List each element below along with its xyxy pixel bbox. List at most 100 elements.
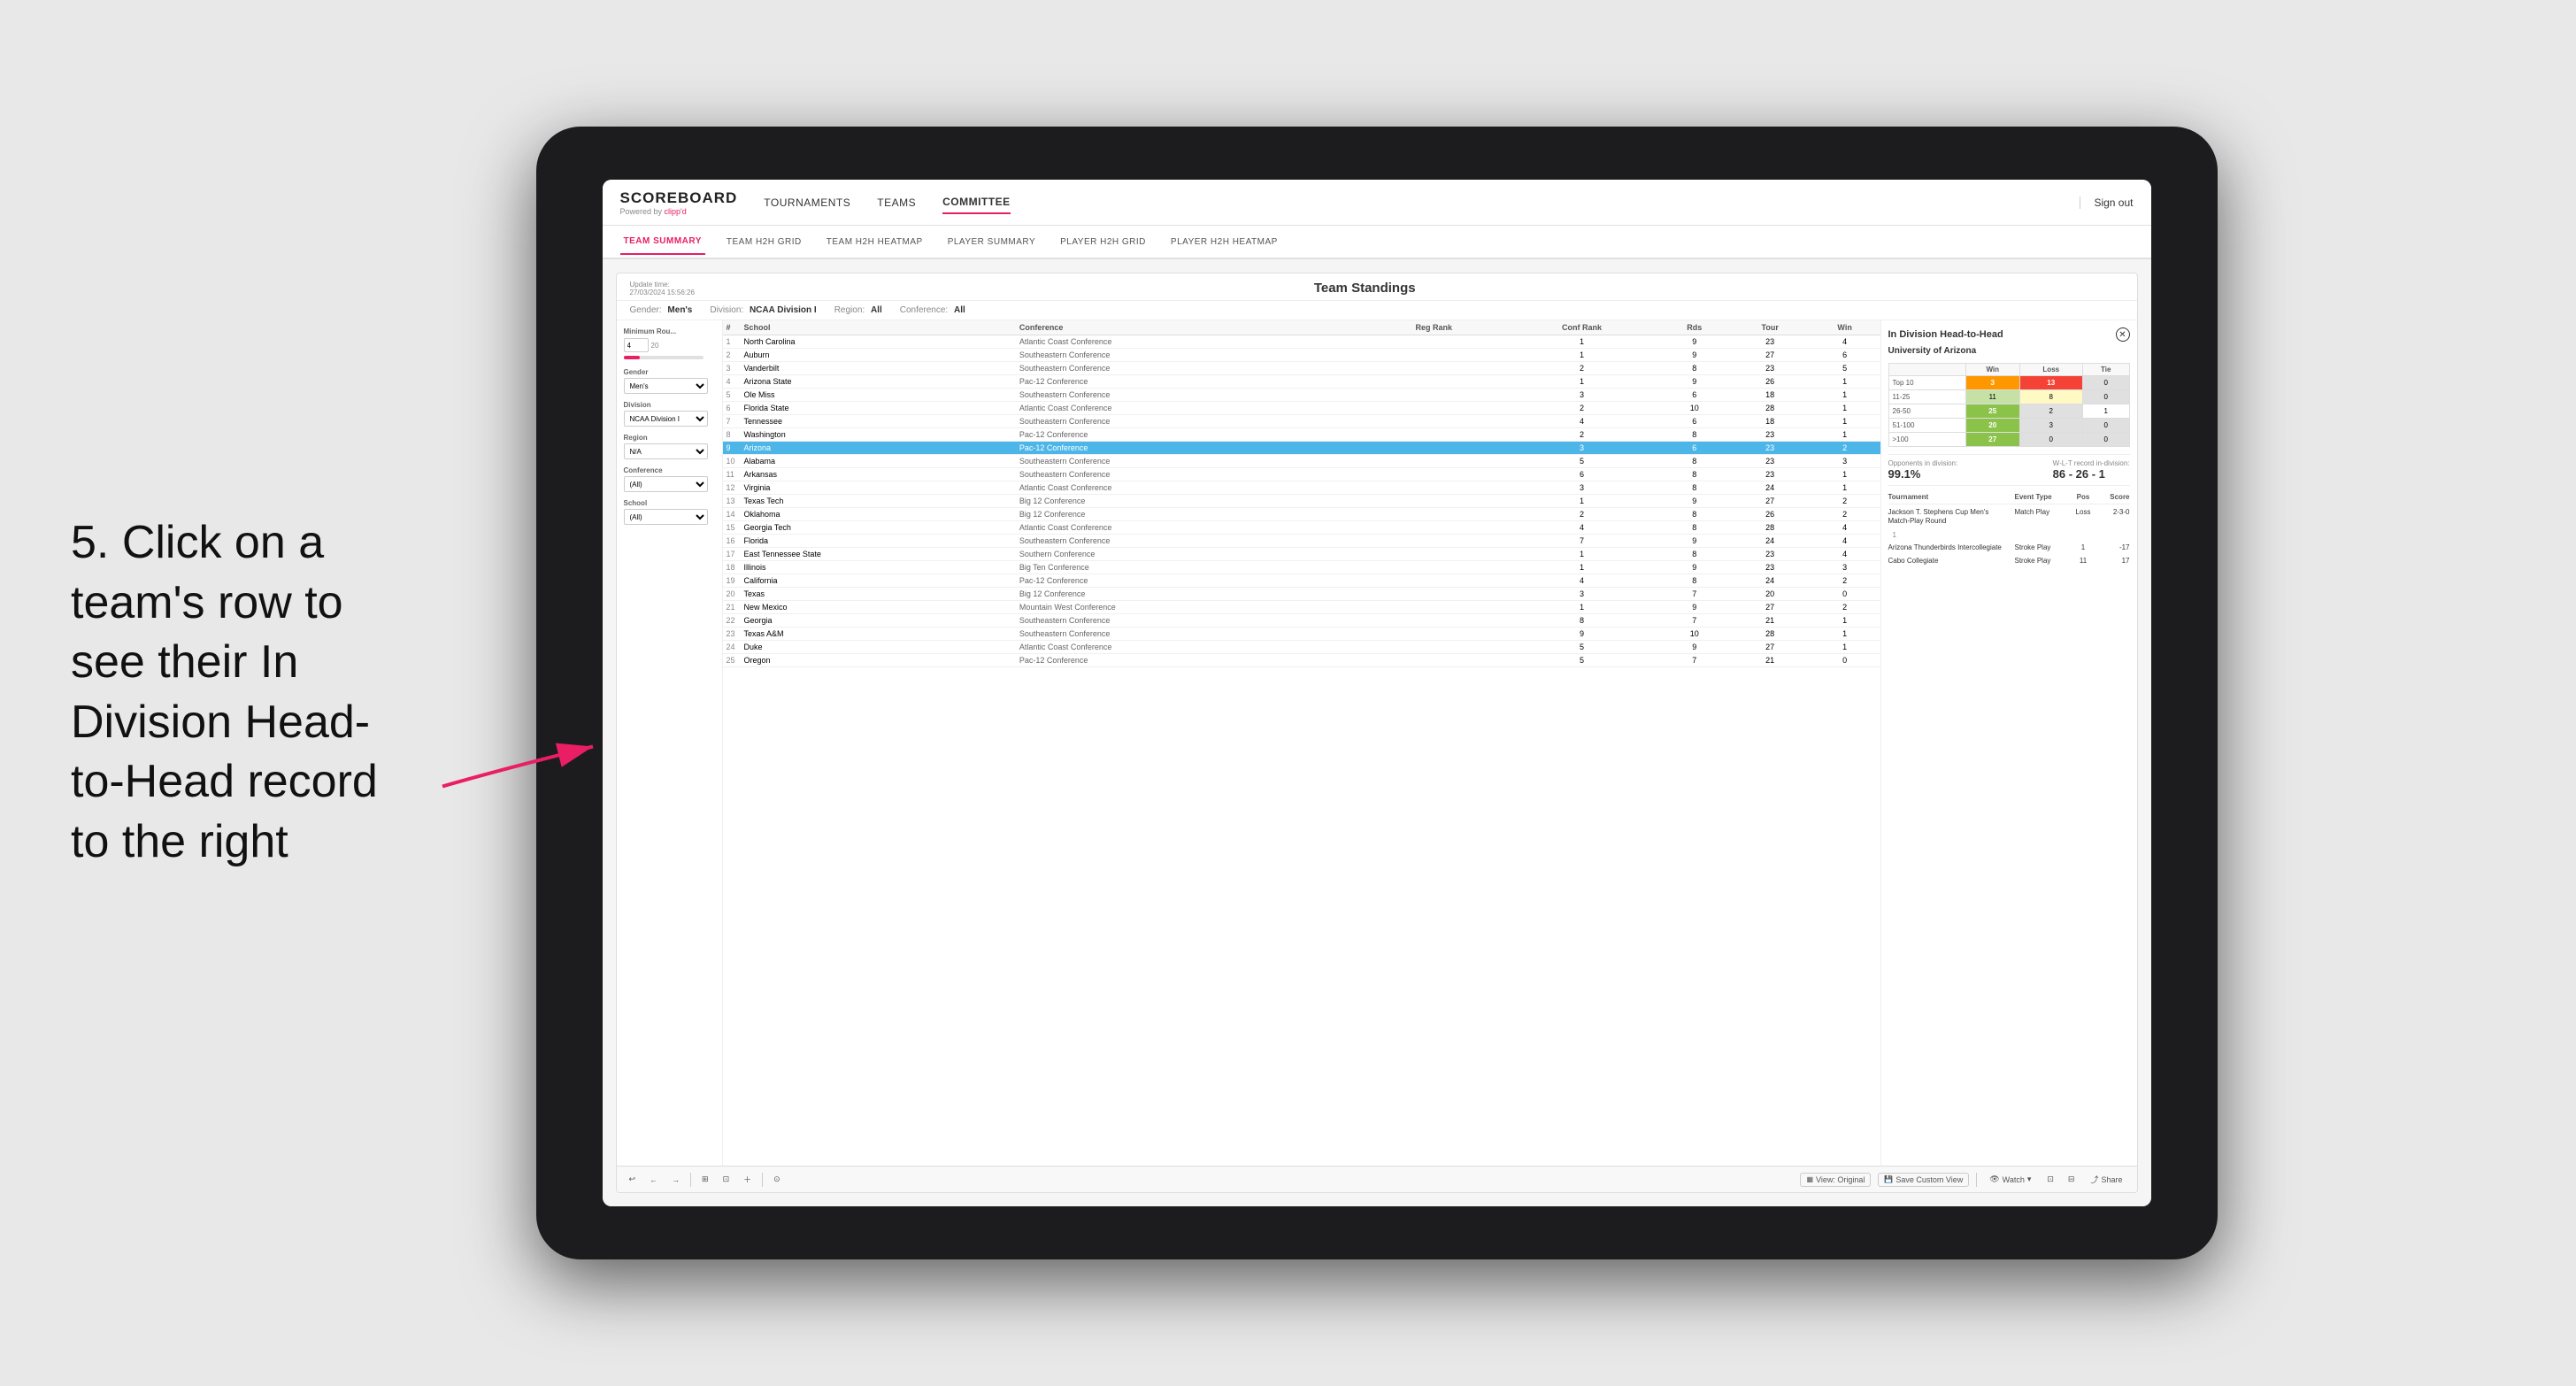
- nav-item-teams[interactable]: TEAMS: [877, 192, 916, 213]
- table-row[interactable]: 6Florida StateAtlantic Coast Conference2…: [723, 402, 1880, 415]
- table-row[interactable]: 3VanderbiltSoutheastern Conference28235: [723, 362, 1880, 375]
- app-panel: Update time: 27/03/2024 15:56:26 Team St…: [616, 273, 2138, 1193]
- tournament-row-1: Jackson T. Stephens Cup Men's Match-Play…: [1888, 508, 2130, 527]
- logo-text: SCOREBOARD: [620, 189, 738, 207]
- icon1-btn[interactable]: ⊡: [2043, 1173, 2057, 1186]
- logo-sub: Powered by clipp'd: [620, 207, 738, 216]
- table-row[interactable]: 25OregonPac-12 Conference57210: [723, 654, 1880, 667]
- h2h-row-26-50: 26-50 25 2 1: [1888, 404, 2129, 419]
- table-row[interactable]: 11ArkansasSoutheastern Conference68231: [723, 468, 1880, 481]
- filter-region: Region: All: [834, 305, 882, 315]
- sign-out[interactable]: Sign out: [2080, 196, 2133, 209]
- save-custom-btn[interactable]: 💾 Save Custom View: [1878, 1173, 1969, 1187]
- copy-btn[interactable]: ⊞: [698, 1173, 712, 1186]
- nav-item-committee[interactable]: COMMITTEE: [942, 191, 1011, 214]
- table-row[interactable]: 19CaliforniaPac-12 Conference48242: [723, 574, 1880, 588]
- table-row[interactable]: 14OklahomaBig 12 Conference28262: [723, 508, 1880, 521]
- table-row[interactable]: 16FloridaSoutheastern Conference79244: [723, 535, 1880, 548]
- th-conference: Conference: [1016, 320, 1363, 335]
- undo-btn[interactable]: ↩: [626, 1173, 640, 1186]
- table-row[interactable]: 17East Tennessee StateSouthern Conferenc…: [723, 548, 1880, 561]
- arrow-icon: [434, 716, 611, 805]
- h2h-th-tie: Tie: [2082, 364, 2129, 376]
- bottom-toolbar: ↩ ← → ⊞ ⊡ ＋ ⊙ ▦ View: Original: [617, 1166, 2137, 1192]
- th-tour: Tour: [1731, 320, 1810, 335]
- h2h-panel: In Division Head-to-Head ✕ University of…: [1880, 320, 2137, 1166]
- table-row[interactable]: 7TennesseeSoutheastern Conference46181: [723, 415, 1880, 428]
- table-row[interactable]: 9ArizonaPac-12 Conference36232: [723, 442, 1880, 455]
- tournament-col-header: Tournament: [1888, 493, 2011, 501]
- h2h-row-11-25: 11-25 11 8 0: [1888, 390, 2129, 404]
- h2h-header: In Division Head-to-Head ✕: [1888, 327, 2130, 342]
- clock-btn[interactable]: ⊙: [770, 1173, 784, 1186]
- h2h-th-win: Win: [1965, 364, 2019, 376]
- min-rounds-input[interactable]: [624, 338, 649, 352]
- table-row[interactable]: 4Arizona StatePac-12 Conference19261: [723, 375, 1880, 389]
- watch-btn[interactable]: 👁 Watch ▾: [1984, 1173, 2036, 1186]
- annotation-text: 5. Click on a team's row to see their In…: [71, 513, 407, 873]
- conference-label: Conference: [624, 466, 715, 474]
- grid-btn[interactable]: ⊡: [719, 1173, 734, 1186]
- control-region: Region N/A: [624, 434, 715, 459]
- th-school: School: [741, 320, 1016, 335]
- tournament-row-3: Cabo Collegiate Stroke Play 11 17: [1888, 557, 2130, 566]
- th-conf-rank: Conf Rank: [1505, 320, 1658, 335]
- tournaments-section: Tournament Event Type Pos Score Jackson …: [1888, 493, 2130, 566]
- control-gender: Gender Men's: [624, 368, 715, 394]
- sub-nav: TEAM SUMMARY TEAM H2H GRID TEAM H2H HEAT…: [603, 226, 2151, 259]
- left-controls: Minimum Rou... 20 Gender: [617, 320, 723, 1166]
- table-row[interactable]: 2AuburnSoutheastern Conference19276: [723, 349, 1880, 362]
- redo-btn-left[interactable]: ←: [646, 1174, 661, 1186]
- h2h-table: Win Loss Tie Top 10 3 13: [1888, 363, 2130, 447]
- table-row[interactable]: 10AlabamaSoutheastern Conference58233: [723, 455, 1880, 468]
- view-original-btn[interactable]: ▦ View: Original: [1800, 1173, 1871, 1187]
- sub-nav-player-h2h-heatmap[interactable]: PLAYER H2H HEATMAP: [1167, 230, 1281, 254]
- table-row[interactable]: 13Texas TechBig 12 Conference19272: [723, 495, 1880, 508]
- table-row[interactable]: 24DukeAtlantic Coast Conference59271: [723, 641, 1880, 654]
- table-row[interactable]: 8WashingtonPac-12 Conference28231: [723, 428, 1880, 442]
- th-reg-rank: Reg Rank: [1362, 320, 1505, 335]
- sub-nav-player-summary[interactable]: PLAYER SUMMARY: [944, 230, 1039, 254]
- region-label: Region: [624, 434, 715, 442]
- filter-division: Division: NCAA Division I: [710, 305, 816, 315]
- panel-header: Update time: 27/03/2024 15:56:26 Team St…: [617, 273, 2137, 301]
- h2h-close-btn[interactable]: ✕: [2116, 327, 2130, 342]
- gender-select[interactable]: Men's: [624, 378, 708, 394]
- sub-nav-team-summary[interactable]: TEAM SUMMARY: [620, 229, 705, 255]
- logo-area: SCOREBOARD Powered by clipp'd: [620, 189, 738, 216]
- table-row[interactable]: 22GeorgiaSoutheastern Conference87211: [723, 614, 1880, 628]
- sub-nav-team-h2h-grid[interactable]: TEAM H2H GRID: [723, 230, 805, 254]
- nav-item-tournaments[interactable]: TOURNAMENTS: [764, 192, 850, 213]
- top-nav: SCOREBOARD Powered by clipp'd TOURNAMENT…: [603, 180, 2151, 226]
- update-time-area: Update time: 27/03/2024 15:56:26: [630, 281, 695, 296]
- school-select[interactable]: (All): [624, 509, 708, 525]
- th-win: Win: [1810, 320, 1880, 335]
- redo-btn-right[interactable]: →: [668, 1174, 683, 1186]
- min-rounds-label: Minimum Rou...: [624, 327, 715, 335]
- table-row[interactable]: 23Texas A&MSoutheastern Conference910281: [723, 628, 1880, 641]
- plus-btn[interactable]: ＋: [740, 1172, 755, 1187]
- tournament-row-1b: 1: [1888, 531, 2130, 539]
- wlt-label: W-L-T record in-division:: [2053, 459, 2130, 467]
- table-row[interactable]: 20TexasBig 12 Conference37200: [723, 588, 1880, 601]
- icon2-btn[interactable]: ⊟: [2065, 1173, 2079, 1186]
- th-num: #: [723, 320, 741, 335]
- table-row[interactable]: 18IllinoisBig Ten Conference19233: [723, 561, 1880, 574]
- sub-nav-team-h2h-heatmap[interactable]: TEAM H2H HEATMAP: [823, 230, 927, 254]
- table-row[interactable]: 5Ole MissSoutheastern Conference36181: [723, 389, 1880, 402]
- table-row[interactable]: 21New MexicoMountain West Conference1927…: [723, 601, 1880, 614]
- h2h-stats: Opponents in division: 99.1% W-L-T recor…: [1888, 454, 2130, 486]
- conference-select[interactable]: (All): [624, 476, 708, 492]
- panel-title: Team Standings: [1314, 281, 1416, 296]
- annotation-area: 5. Click on a team's row to see their In…: [71, 513, 407, 873]
- standings-table: # School Conference Reg Rank Conf Rank R…: [723, 320, 1880, 667]
- division-select[interactable]: NCAA Division I: [624, 411, 708, 427]
- table-row[interactable]: 1North CarolinaAtlantic Coast Conference…: [723, 335, 1880, 349]
- control-school: School (All): [624, 499, 715, 525]
- table-row[interactable]: 15Georgia TechAtlantic Coast Conference4…: [723, 521, 1880, 535]
- h2h-school-name: University of Arizona: [1888, 346, 2130, 356]
- sub-nav-player-h2h-grid[interactable]: PLAYER H2H GRID: [1057, 230, 1150, 254]
- table-row[interactable]: 12VirginiaAtlantic Coast Conference38241: [723, 481, 1880, 495]
- share-btn[interactable]: ⤴ Share: [2085, 1172, 2127, 1187]
- region-select[interactable]: N/A: [624, 443, 708, 459]
